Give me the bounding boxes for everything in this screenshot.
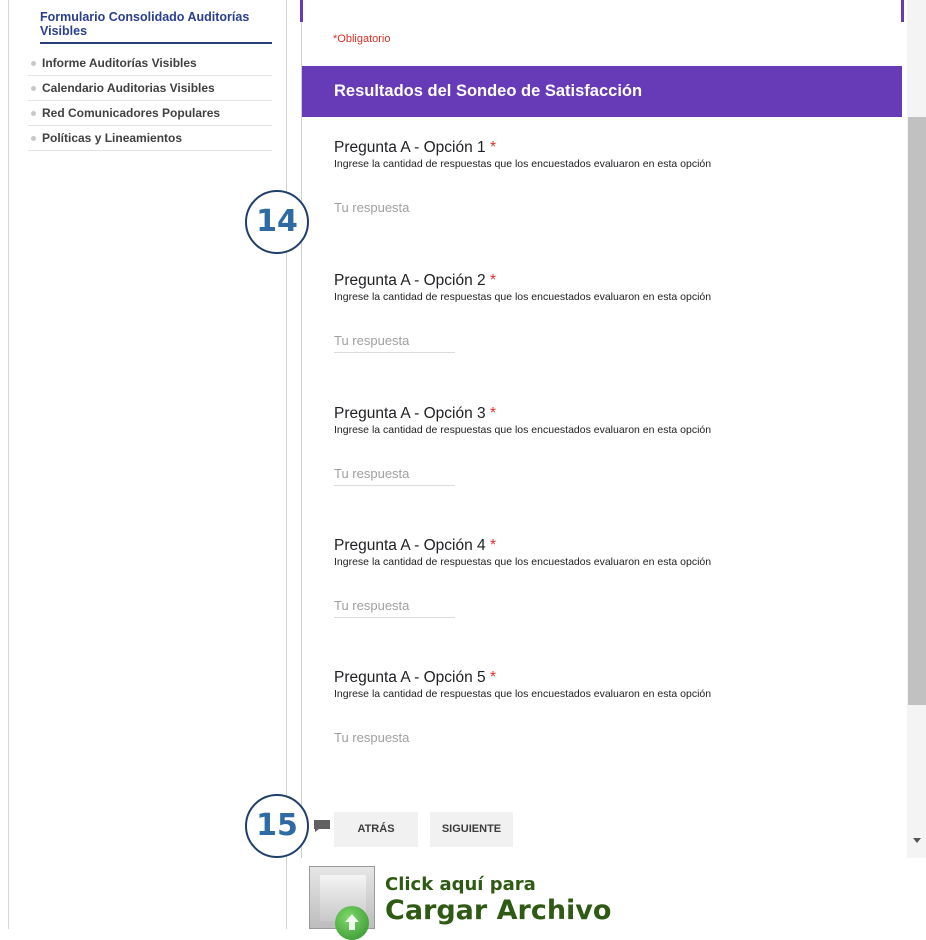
back-button[interactable]: ATRÁS <box>334 812 418 847</box>
question-item: Pregunta A - Opción 1 * Ingrese la canti… <box>334 139 854 215</box>
next-button[interactable]: SIGUIENTE <box>430 812 513 847</box>
question-title: Pregunta A - Opción 1 * <box>334 139 497 156</box>
question-title: Pregunta A - Opción 2 * <box>334 272 497 289</box>
required-star: * <box>489 537 497 554</box>
required-star: * <box>489 272 497 289</box>
section-header: Resultados del Sondeo de Satisfacción <box>302 66 902 117</box>
step-callout-15: 15 <box>245 794 309 858</box>
required-star: * <box>489 405 497 422</box>
column-divider <box>286 0 287 929</box>
required-star: * <box>489 669 497 686</box>
required-star: * <box>489 139 497 156</box>
upload-line-2: Cargar Archivo <box>385 895 612 926</box>
question-item: Pregunta A - Opción 4 * Ingrese la canti… <box>334 537 854 618</box>
question-description: Ingrese la cantidad de respuestas que lo… <box>334 424 712 436</box>
bullet-icon <box>31 61 36 66</box>
form-accent-edge-right <box>901 0 904 22</box>
bullet-icon <box>31 136 36 141</box>
sidebar-item-calendario[interactable]: Calendario Auditorias Visibles <box>28 76 272 101</box>
section-title: Resultados del Sondeo de Satisfacción <box>334 82 643 100</box>
sidebar-item-politicas[interactable]: Políticas y Lineamientos <box>28 126 272 151</box>
sidebar-nav: Formulario Consolidado Auditorías Visibl… <box>0 0 273 929</box>
sidebar-item-label: Informe Auditorías Visibles <box>42 56 197 70</box>
answer-input[interactable]: Tu respuesta <box>334 330 455 353</box>
question-description: Ingrese la cantidad de respuestas que lo… <box>334 291 712 303</box>
scrollbar-thumb[interactable] <box>908 117 926 705</box>
question-description: Ingrese la cantidad de respuestas que lo… <box>334 556 712 568</box>
upload-file-banner[interactable]: Click aquí para Cargar Archivo <box>309 866 679 940</box>
upload-arrow-icon <box>335 906 369 940</box>
answer-input[interactable]: Tu respuesta <box>334 197 455 219</box>
bullet-icon <box>31 86 36 91</box>
form-border <box>301 0 302 858</box>
sidebar-item-label: Políticas y Lineamientos <box>42 131 183 145</box>
question-title: Pregunta A - Opción 4 * <box>334 537 497 554</box>
bullet-icon <box>31 111 36 116</box>
question-title: Pregunta A - Opción 3 * <box>334 405 497 422</box>
question-item: Pregunta A - Opción 3 * Ingrese la canti… <box>334 405 854 486</box>
question-description: Ingrese la cantidad de respuestas que lo… <box>334 158 712 170</box>
sidebar-item-informe[interactable]: Informe Auditorías Visibles <box>28 51 272 76</box>
sidebar-item-red-comunicadores[interactable]: Red Comunicadores Populares <box>28 101 272 126</box>
required-note: *Obligatorio <box>333 33 391 45</box>
answer-input[interactable]: Tu respuesta <box>334 463 455 486</box>
sidebar-item-label: Calendario Auditorias Visibles <box>42 81 215 95</box>
sidebar-item-formulario-consolidado[interactable]: Formulario Consolidado Auditorías Visibl… <box>40 10 272 44</box>
sidebar-divider <box>8 0 9 929</box>
question-description: Ingrese la cantidad de respuestas que lo… <box>334 688 712 700</box>
question-item: Pregunta A - Opción 5 * Ingrese la canti… <box>334 669 854 745</box>
upload-line-1: Click aquí para <box>385 874 536 895</box>
question-item: Pregunta A - Opción 2 * Ingrese la canti… <box>334 272 854 353</box>
scroll-down-icon[interactable] <box>913 838 921 843</box>
answer-input[interactable]: Tu respuesta <box>334 727 455 749</box>
step-callout-14: 14 <box>245 190 309 254</box>
feedback-icon[interactable] <box>313 819 331 833</box>
sidebar-item-label: Red Comunicadores Populares <box>42 106 221 120</box>
question-title: Pregunta A - Opción 5 * <box>334 669 497 686</box>
answer-input[interactable]: Tu respuesta <box>334 595 455 618</box>
form-accent-edge-left <box>300 0 303 22</box>
